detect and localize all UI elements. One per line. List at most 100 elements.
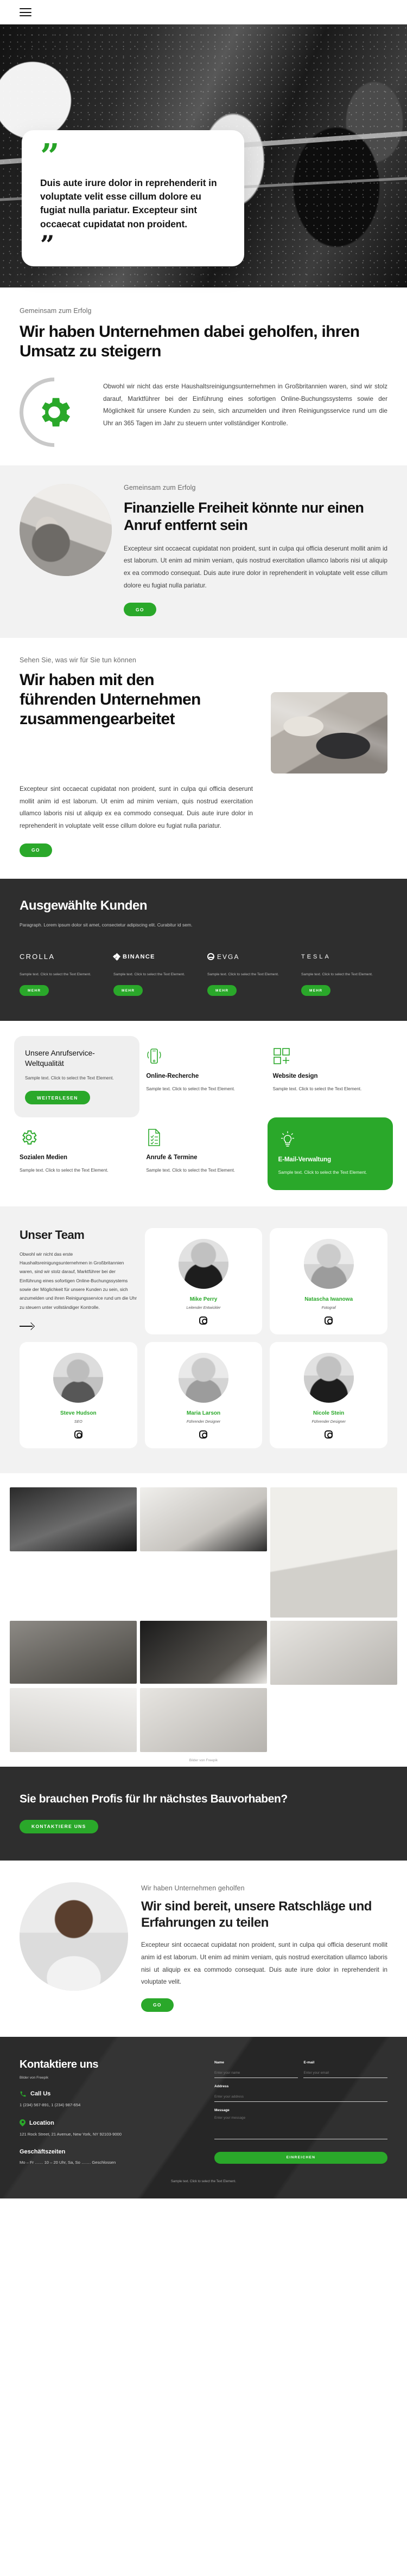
instagram-icon[interactable] bbox=[199, 1430, 208, 1439]
finance-section: Gemeinsam zum Erfolg Finanzielle Freihei… bbox=[0, 465, 407, 638]
cta-contact-button[interactable]: KONTAKTIERE UNS bbox=[20, 1819, 98, 1833]
partners-eyebrow: Sehen Sie, was wir für Sie tun können bbox=[20, 656, 136, 664]
service-card-calls-appointments: Anrufe & Termine Sample text. Click to s… bbox=[146, 1125, 260, 1182]
service-text: Sample text. Click to select the Text El… bbox=[146, 1086, 235, 1092]
client-text: Sample text. Click to select the Text El… bbox=[20, 972, 91, 976]
team-member-name: Maria Larson bbox=[186, 1410, 221, 1416]
name-input[interactable] bbox=[214, 2069, 298, 2078]
partners-go-button[interactable]: GO bbox=[20, 843, 52, 857]
service-title: Online-Recherche bbox=[146, 1073, 199, 1080]
contact-form: Name E-mail Address Message EINREI bbox=[214, 2059, 387, 2166]
gallery-section: Bilder von Freepik bbox=[0, 1473, 407, 1767]
team-member-card: Nicole Stein Führender Designer bbox=[270, 1341, 387, 1448]
service-card-social-media: Sozialen Medien Sample text. Click to se… bbox=[20, 1125, 134, 1182]
quote-open-icon: ” bbox=[40, 136, 60, 176]
client-more-button[interactable]: MEHR bbox=[301, 985, 331, 996]
email-field-label: E-mail bbox=[303, 2060, 315, 2064]
lightbulb-icon bbox=[278, 1129, 382, 1149]
finance-go-button[interactable]: GO bbox=[124, 603, 156, 617]
avatar bbox=[178, 1238, 228, 1289]
team-member-card: Mike Perry Leitender Entwickler bbox=[144, 1228, 263, 1334]
client-text: Sample text. Click to select the Text El… bbox=[301, 972, 373, 976]
gear-outline-icon bbox=[20, 1127, 134, 1147]
team-member-role: Leitender Entwickler bbox=[186, 1306, 221, 1310]
email-field-wrap: E-mail bbox=[303, 2061, 387, 2078]
message-field-label: Message bbox=[214, 2108, 230, 2112]
hero-quote-card: ” Duis aute irure dolor in reprehenderit… bbox=[22, 130, 244, 266]
partners-body: Excepteur sint occaecat cupidatat non pr… bbox=[20, 785, 253, 829]
team-heading: Unser Team bbox=[20, 1228, 85, 1242]
team-member-name: Mike Perry bbox=[189, 1296, 218, 1302]
client-more-button[interactable]: MEHR bbox=[113, 985, 143, 996]
hero-quote-text: Duis aute irure dolor in reprehenderit i… bbox=[40, 177, 217, 229]
finance-eyebrow: Gemeinsam zum Erfolg bbox=[124, 484, 196, 491]
map-pin-icon bbox=[20, 2119, 26, 2127]
service-card-online-research: Online-Recherche Sample text. Click to s… bbox=[146, 1044, 260, 1110]
clients-section: Ausgewählte Kunden Paragraph. Lorem ipsu… bbox=[0, 878, 407, 1021]
clients-lead: Paragraph. Lorem ipsum dolor sit amet, c… bbox=[20, 922, 193, 928]
team-member-name: Nicole Stein bbox=[313, 1410, 345, 1416]
cta-heading: Sie brauchen Profis für Ihr nächstes Bau… bbox=[20, 1792, 288, 1805]
instagram-icon[interactable] bbox=[199, 1316, 208, 1325]
address-input[interactable] bbox=[214, 2093, 387, 2102]
service-read-more-button[interactable]: WEITERLESEN bbox=[25, 1091, 90, 1105]
cta-section: Sie brauchen Profis für Ihr nächstes Bau… bbox=[0, 1766, 407, 1861]
client-more-button[interactable]: MEHR bbox=[20, 985, 49, 996]
email-input[interactable] bbox=[303, 2069, 387, 2078]
checklist-document-icon bbox=[146, 1127, 260, 1147]
client-card: TESLA Sample text. Click to select the T… bbox=[301, 951, 387, 996]
service-title: Unsere Anrufservice-Weltqualität bbox=[25, 1049, 95, 1068]
service-text: Sample text. Click to select the Text El… bbox=[272, 1086, 362, 1092]
binance-diamond-icon bbox=[112, 953, 121, 961]
client-card: BINANCE Sample text. Click to select the… bbox=[112, 951, 200, 996]
intro-section: Gemeinsam zum Erfolg Wir haben Unternehm… bbox=[0, 287, 407, 465]
hero-section: ” Duis aute irure dolor in reprehenderit… bbox=[0, 0, 407, 287]
name-field-wrap: Name bbox=[214, 2061, 298, 2078]
gallery-image bbox=[140, 1487, 267, 1551]
team-member-card: Steve Hudson SEO bbox=[20, 1341, 137, 1448]
phone-icon bbox=[20, 2091, 26, 2097]
landing-page: ” Duis aute irure dolor in reprehenderit… bbox=[0, 0, 407, 2199]
team-member-name: Natascha Iwanowa bbox=[304, 1296, 353, 1302]
message-input[interactable] bbox=[214, 2114, 387, 2139]
gear-icon bbox=[42, 398, 70, 427]
team-intro: Unser Team Obwohl wir nicht das erste Ha… bbox=[20, 1228, 137, 1334]
avatar bbox=[53, 1352, 104, 1403]
service-title: E-Mail-Verwaltung bbox=[278, 1156, 331, 1164]
gallery-image bbox=[270, 1620, 397, 1685]
partners-section: Sehen Sie, was wir für Sie tun können Wi… bbox=[0, 638, 407, 879]
service-text: Sample text. Click to select the Text El… bbox=[25, 1075, 114, 1081]
address-field-label: Address bbox=[214, 2084, 229, 2088]
intro-heading: Wir haben Unternehmen dabei geholfen, ih… bbox=[20, 323, 360, 360]
binance-logo: BINANCE bbox=[112, 951, 200, 963]
hamburger-menu-icon[interactable] bbox=[20, 8, 31, 16]
team-member-role: Führender Designer bbox=[186, 1420, 221, 1424]
client-more-button[interactable]: MEHR bbox=[207, 985, 237, 996]
service-text: Sample text. Click to select the Text El… bbox=[146, 1168, 235, 1173]
clients-heading: Ausgewählte Kunden bbox=[20, 898, 148, 913]
contact-section: Kontaktiere uns Bilder von Freepik Call … bbox=[0, 2036, 407, 2199]
tesla-logo: TESLA bbox=[301, 953, 331, 960]
address-field-wrap: Address bbox=[214, 2085, 387, 2102]
submit-button[interactable]: EINREICHEN bbox=[214, 2151, 387, 2164]
service-title: Anrufe & Termine bbox=[146, 1154, 198, 1161]
instagram-icon[interactable] bbox=[74, 1430, 82, 1439]
advice-heading: Wir sind bereit, unsere Ratschläge und E… bbox=[141, 1899, 372, 1930]
advice-go-button[interactable]: GO bbox=[141, 1998, 174, 2012]
contact-hours-label: Geschäftszeiten bbox=[20, 2149, 66, 2155]
instagram-icon[interactable] bbox=[325, 1316, 333, 1325]
gallery-image bbox=[10, 1487, 137, 1551]
contact-location-block: Location 121 Rock Street, 21 Avenue, New… bbox=[20, 2119, 201, 2138]
advice-photo bbox=[20, 1882, 128, 1991]
clients-logo-grid: CROLLA Sample text. Click to select the … bbox=[20, 951, 387, 996]
intro-eyebrow: Gemeinsam zum Erfolg bbox=[20, 307, 92, 315]
service-card-email-management: E-Mail-Verwaltung Sample text. Click to … bbox=[267, 1117, 393, 1190]
partners-heading: Wir haben mit den führenden Unternehmen … bbox=[20, 671, 201, 728]
advice-section: Wir haben Unternehmen geholfen Wir sind … bbox=[0, 1860, 407, 2037]
advice-body: Excepteur sint occaecat cupidatat non pr… bbox=[141, 1941, 387, 1986]
instagram-icon[interactable] bbox=[325, 1430, 333, 1439]
client-text: Sample text. Click to select the Text El… bbox=[207, 972, 279, 976]
avatar bbox=[303, 1352, 354, 1403]
arrow-right-icon[interactable] bbox=[20, 1321, 34, 1331]
finance-heading: Finanzielle Freiheit könnte nur einen An… bbox=[124, 500, 364, 534]
